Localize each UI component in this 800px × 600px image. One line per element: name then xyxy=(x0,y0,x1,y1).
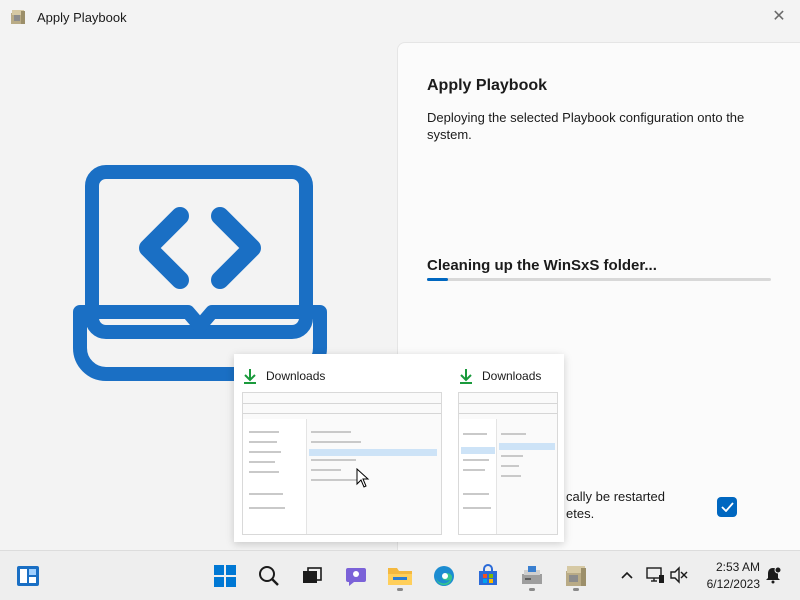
widgets-icon xyxy=(17,566,39,586)
network-icon xyxy=(646,567,664,583)
thumbnail-downloads-1[interactable]: Downloads xyxy=(234,354,450,542)
playbook-app-button[interactable] xyxy=(560,560,592,592)
running-indicator xyxy=(573,588,579,591)
start-button[interactable] xyxy=(209,560,241,592)
progress-fill xyxy=(427,278,448,281)
edge-icon xyxy=(434,566,454,586)
store-icon xyxy=(479,564,497,585)
search-icon xyxy=(259,566,279,586)
volume-muted-icon xyxy=(670,566,688,584)
store-button[interactable] xyxy=(472,560,504,592)
widgets-button[interactable] xyxy=(12,560,44,592)
clock-date: 6/12/2023 xyxy=(706,577,760,591)
close-button[interactable]: ✕ xyxy=(764,2,794,30)
search-button[interactable] xyxy=(253,560,285,592)
window-title: Apply Playbook xyxy=(37,10,127,25)
download-icon xyxy=(244,369,256,384)
notifications-button[interactable] xyxy=(762,563,784,587)
restart-text-line: cally be restarted xyxy=(566,489,665,504)
show-hidden-icons-button[interactable] xyxy=(616,563,638,587)
playbook-app-icon xyxy=(566,566,586,586)
thumbnail-header: Downloads xyxy=(458,366,541,386)
task-view-button[interactable] xyxy=(296,560,328,592)
running-indicator xyxy=(397,588,403,591)
clock-time: 2:53 AM xyxy=(715,560,760,574)
progress-bar xyxy=(427,278,771,281)
restart-text-line: etes. xyxy=(566,506,595,521)
task-view-icon xyxy=(303,567,322,583)
restart-option-label: cally be restarted etes. xyxy=(566,488,686,522)
running-indicator xyxy=(529,588,535,591)
installer-button[interactable] xyxy=(516,560,548,592)
mouse-cursor-icon xyxy=(356,468,370,488)
start-icon xyxy=(214,565,236,587)
thumbnail-preview xyxy=(242,392,442,535)
thumbnail-downloads-2[interactable]: Downloads xyxy=(450,354,564,542)
clock[interactable]: 2:53 AM 6/12/2023 xyxy=(700,559,760,593)
taskbar: 2:53 AM 6/12/2023 xyxy=(0,550,800,600)
edge-button[interactable] xyxy=(428,560,460,592)
thumbnail-title: Downloads xyxy=(266,369,326,383)
thumbnail-title: Downloads xyxy=(482,369,542,383)
app-icon xyxy=(11,10,25,24)
panel-description: Deploying the selected Playbook configur… xyxy=(427,110,745,142)
checkmark-icon xyxy=(720,502,734,512)
network-button[interactable] xyxy=(644,563,666,587)
panel-title: Apply Playbook xyxy=(427,77,548,94)
file-explorer-icon xyxy=(388,568,412,585)
thumbnail-header: Downloads xyxy=(242,366,325,386)
file-explorer-button[interactable] xyxy=(384,560,416,592)
volume-button[interactable] xyxy=(668,563,690,587)
notification-icon xyxy=(766,566,782,584)
chat-button[interactable] xyxy=(340,560,372,592)
download-icon xyxy=(460,369,472,384)
taskbar-thumbnail-popup: Downloads Downloads xyxy=(234,354,564,542)
titlebar: Apply Playbook ✕ xyxy=(0,0,800,36)
thumbnail-preview xyxy=(458,392,558,535)
restart-checkbox[interactable] xyxy=(717,497,737,517)
status-text: Cleaning up the WinSxS folder... xyxy=(427,257,657,274)
chevron-up-icon xyxy=(621,571,633,579)
chat-icon xyxy=(346,568,366,586)
installer-icon xyxy=(522,566,542,584)
